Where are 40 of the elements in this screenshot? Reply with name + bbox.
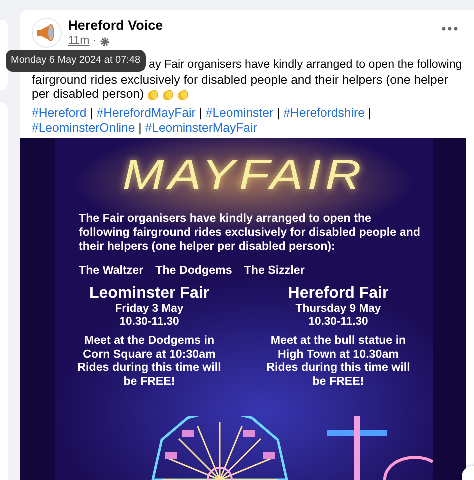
more-options-icon[interactable]	[442, 26, 458, 31]
fair-date: Thursday 9 May	[294, 303, 382, 316]
hashtag-link[interactable]: #LeominsterMayFair	[145, 120, 258, 134]
date-tooltip: Monday 6 May 2024 at 07:48	[6, 50, 146, 72]
hashtag-link[interactable]: #Hereford	[32, 106, 87, 120]
free-rides-note: Rides during this time will be FREE!	[266, 361, 412, 388]
separator: |	[138, 120, 142, 134]
clapping-hands-icon	[177, 88, 190, 101]
fair-name: Leominster Fair	[88, 285, 211, 304]
post-time-link[interactable]: 11m	[68, 34, 90, 49]
poster-intro: The Fair organisers have kindly arranged to open the following fairground rides exclusively for disabled people and their helpers (one helper per disabled person):	[79, 212, 422, 254]
separator: |	[368, 106, 372, 120]
post-text: ay Fair organisers have kindly arranged to open the following	[149, 58, 462, 72]
clapping-hands-icon	[147, 88, 160, 101]
free-rides-note: Rides during this time will be FREE!	[76, 361, 222, 388]
separator: |	[276, 106, 280, 120]
post-text: fairground rides exclusively for disabled people and their helpers (one helper per disabled person)	[32, 72, 450, 102]
fair-date: Friday 3 May	[114, 303, 185, 316]
post-image[interactable]	[20, 138, 466, 480]
fair-time: 10.30-11.30	[308, 316, 370, 330]
hashtag-link[interactable]: #LeominsterOnline	[32, 120, 136, 134]
ride-name: The Dodgems	[156, 263, 232, 279]
gear-icon	[100, 36, 110, 46]
poster-title: MAYFAIR	[122, 154, 366, 196]
fair-name: Hereford Fair	[287, 285, 390, 304]
hashtag-link[interactable]: #HerefordMayFair	[96, 106, 196, 120]
separator-dot: ·	[92, 34, 97, 49]
megaphone-avatar-icon[interactable]	[32, 18, 62, 48]
meeting-details: Meet at the Dodgems in Corn Square at 10:30am	[82, 334, 217, 362]
fair-time: 10.30-11.30	[118, 316, 180, 330]
sidebar-card	[0, 20, 8, 90]
hashtag-link[interactable]: #Herefordshire	[284, 106, 365, 120]
hashtag-link[interactable]: #Leominster	[206, 106, 274, 120]
separator: |	[90, 106, 94, 120]
meeting-details: Meet at the bull statue in High Town at 10.30am	[270, 334, 408, 362]
separator: |	[199, 106, 202, 120]
clapping-hands-icon	[162, 88, 174, 101]
author-name[interactable]: Hereford Voice	[68, 18, 164, 34]
ride-name: The Sizzler	[244, 263, 305, 279]
ride-name: The Waltzer	[79, 263, 144, 279]
